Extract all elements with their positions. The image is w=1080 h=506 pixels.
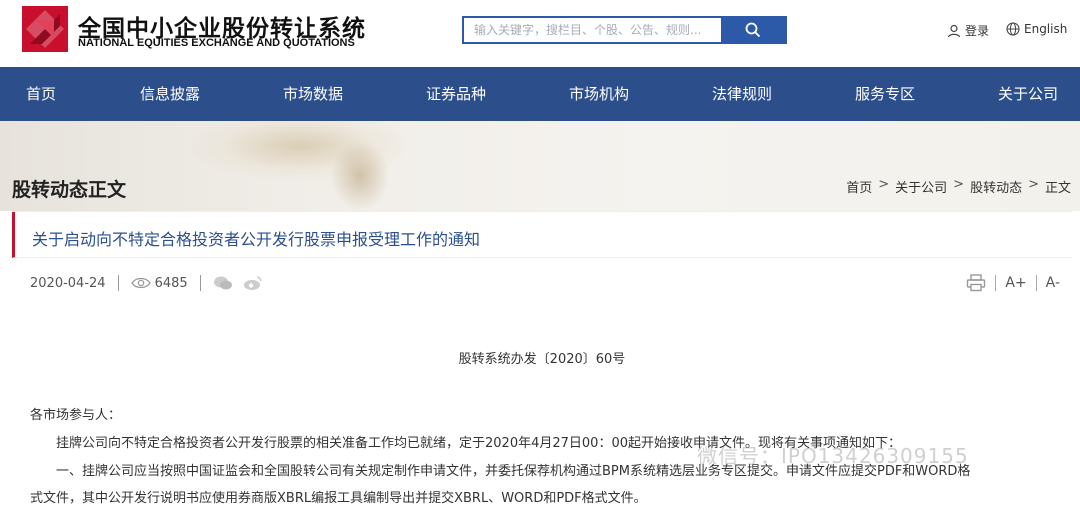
font-decrease-button[interactable]: A- [1046, 275, 1060, 291]
nav-institutions[interactable]: 市场机构 [569, 67, 629, 121]
user-icon [947, 24, 961, 37]
wechat-watermark: 微信号：IPO13426309155 [697, 444, 969, 468]
breadcrumb-separator: > [1028, 177, 1039, 192]
main-nav: 首页 信息披露 市场数据 证券品种 市场机构 法律规则 服务专区 关于公司 [0, 67, 1080, 121]
login-link[interactable]: 登录 [947, 22, 989, 39]
site-header: 全国中小企业股份转让系统 NATIONAL EQUITIES EXCHANGE … [0, 0, 1080, 67]
nav-disclosure[interactable]: 信息披露 [140, 67, 200, 121]
font-increase-button[interactable]: A+ [1005, 275, 1026, 291]
search-icon [745, 22, 761, 38]
breadcrumb-home[interactable]: 首页 [846, 177, 872, 196]
nav-rules[interactable]: 法律规则 [712, 67, 772, 121]
search-button[interactable] [721, 18, 785, 42]
page-banner: 股转动态正文 首页 > 关于公司 > 股转动态 > 正文 [0, 121, 1080, 211]
view-count: 6485 [154, 275, 188, 291]
breadcrumb-about[interactable]: 关于公司 [895, 177, 947, 196]
nav-securities[interactable]: 证券品种 [426, 67, 486, 121]
logo-title-en: NATIONAL EQUITIES EXCHANGE AND QUOTATION… [78, 37, 355, 49]
nav-services[interactable]: 服务专区 [855, 67, 915, 121]
divider [995, 275, 997, 291]
page-title: 股转动态正文 [12, 179, 127, 201]
document-number: 股转系统办发〔2020〕60号 [458, 352, 626, 367]
divider [199, 275, 201, 291]
banner-decoration [330, 141, 390, 211]
eye-icon [130, 277, 151, 289]
login-label: 登录 [965, 24, 990, 38]
divider [1035, 275, 1037, 291]
article-paragraph: 式文件，其中公开发行说明书应使用券商版XBRL编报工具编制导出并提交XBRL、W… [30, 491, 647, 506]
print-icon[interactable] [966, 274, 986, 292]
article-paragraph: 各市场参与人： [30, 408, 122, 423]
search-input[interactable] [464, 18, 721, 42]
neeq-logo-icon[interactable] [22, 6, 68, 52]
nav-market-data[interactable]: 市场数据 [283, 67, 343, 121]
article-title: 关于启动向不特定合格投资者公开发行股票申报受理工作的通知 [32, 230, 481, 249]
article-tools: A+ A- [966, 274, 1060, 292]
weibo-share-icon[interactable] [243, 275, 263, 291]
nav-about[interactable]: 关于公司 [998, 67, 1058, 121]
breadcrumb-current: 正文 [1044, 181, 1071, 196]
breadcrumb-separator: > [953, 177, 965, 192]
english-link[interactable]: English [1006, 22, 1067, 36]
article-title-bar: 关于启动向不特定合格投资者公开发行股票申报受理工作的通知 [12, 212, 1072, 258]
globe-icon [1006, 22, 1020, 36]
search-box [462, 16, 787, 44]
english-label: English [1024, 22, 1068, 36]
article-meta: 2020-04-24 6485 [30, 275, 263, 291]
divider [117, 275, 119, 291]
breadcrumb-separator: > [878, 177, 890, 192]
article-date: 2020-04-24 [30, 275, 106, 291]
nav-home[interactable]: 首页 [26, 67, 56, 121]
breadcrumb-news[interactable]: 股转动态 [970, 177, 1022, 196]
breadcrumb: 首页 > 关于公司 > 股转动态 > 正文 [846, 177, 1071, 196]
wechat-share-icon[interactable] [213, 275, 233, 291]
